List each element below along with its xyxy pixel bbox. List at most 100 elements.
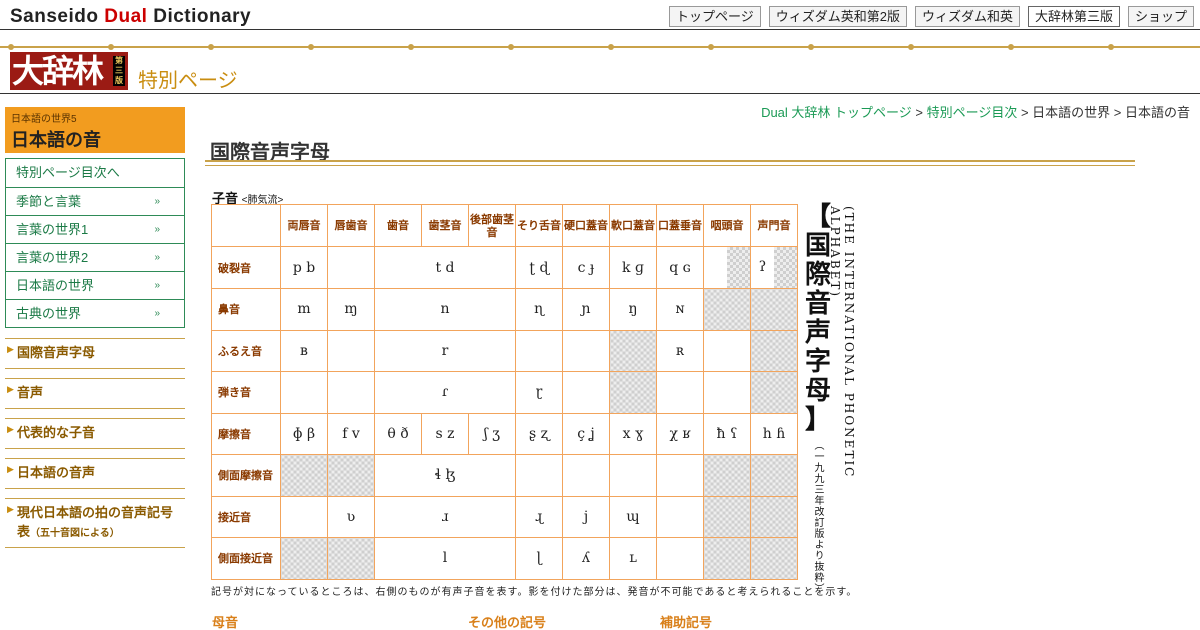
table-cell bbox=[562, 329, 610, 372]
sidebar-item-seasons[interactable]: 季節と言葉 » bbox=[6, 187, 184, 215]
table-cell-shaded bbox=[750, 495, 798, 538]
table-cell: t d bbox=[374, 246, 516, 289]
brand-part2: Dual bbox=[104, 6, 148, 27]
sidebar-item-classics[interactable]: 古典の世界 » bbox=[6, 299, 184, 327]
sidebar-item-words1[interactable]: 言葉の世界1 » bbox=[6, 215, 184, 243]
table-cell: ɻ bbox=[515, 495, 563, 538]
sidebar-header: 日本語の世界5 日本語の音 bbox=[5, 107, 185, 153]
subpage-link-consonants[interactable]: ▶ 代表的な子音 bbox=[5, 418, 185, 449]
vertical-title-char: 】 bbox=[804, 405, 831, 435]
table-cell bbox=[562, 454, 610, 497]
sidebar: 日本語の世界5 日本語の音 特別ページ目次へ 季節と言葉 » 言葉の世界1 » 言葉… bbox=[5, 107, 185, 557]
daijirin-logo[interactable]: 大辞林 第三版 bbox=[10, 52, 128, 90]
table-cell bbox=[327, 246, 375, 289]
table-cell: ɭ bbox=[515, 537, 563, 580]
nav-tab-wisdom-waei[interactable]: ウィズダム和英 bbox=[914, 6, 1020, 27]
table-cell: ɲ bbox=[562, 288, 610, 331]
nav-tab-shop[interactable]: ショップ bbox=[1127, 6, 1194, 27]
sidebar-menu: 特別ページ目次へ 季節と言葉» 言葉の世界1» 言葉の世界2» 日本語の世界» … bbox=[5, 158, 185, 328]
subpage-link-label: 国際音声字母 bbox=[17, 345, 96, 360]
sidebar-item-label: 言葉の世界1 bbox=[16, 222, 89, 237]
table-cell: ɸ β bbox=[280, 412, 328, 455]
sidebar-item-japanese[interactable]: 日本語の世界 » bbox=[6, 271, 184, 299]
col-header-glottal: 声門音 bbox=[750, 204, 798, 247]
page-banner: 大辞林 第三版 特別ページ bbox=[0, 48, 1200, 94]
brand-part3: Dictionary bbox=[147, 6, 252, 27]
table-cell bbox=[656, 537, 704, 580]
special-page-label: 特別ページ bbox=[138, 70, 238, 92]
table-cell: q ɢ bbox=[656, 246, 704, 289]
subsection-other-symbols[interactable]: その他の記号 bbox=[468, 612, 546, 630]
col-header-postalveolar: 後部歯茎音 bbox=[468, 204, 516, 247]
subsection-vowels[interactable]: 母音 bbox=[212, 612, 238, 630]
top-bar: Sanseido Dual Dictionary トップページ ウィズダム英和第… bbox=[0, 0, 1200, 30]
table-cell-shaded bbox=[703, 537, 751, 580]
table-cell: l bbox=[374, 537, 516, 580]
table-cell: ʂ ʐ bbox=[515, 412, 563, 455]
table-cell: s z bbox=[421, 412, 469, 455]
table-cell-shaded bbox=[750, 454, 798, 497]
table-cell-shaded bbox=[280, 454, 328, 497]
table-cell-shaded bbox=[750, 537, 798, 580]
table-cell-shaded bbox=[750, 288, 798, 331]
sidebar-item-label: 季節と言葉 bbox=[16, 194, 82, 209]
table-cell bbox=[327, 371, 375, 414]
sidebar-item-words2[interactable]: 言葉の世界2 » bbox=[6, 243, 184, 271]
col-header-uvular: 口蓋垂音 bbox=[656, 204, 704, 247]
sidebar-item-contents[interactable]: 特別ページ目次へ bbox=[6, 159, 184, 187]
subpage-link-label: 代表的な子音 bbox=[17, 425, 96, 440]
subpage-link-mora-table[interactable]: ▶ 現代日本語の拍の音声記号表（五十音図による） bbox=[5, 498, 185, 548]
table-cell: p b bbox=[280, 246, 328, 289]
table-cell: ɹ bbox=[374, 495, 516, 538]
vertical-title-char: 字 bbox=[804, 347, 831, 377]
vertical-title-char: 声 bbox=[804, 318, 831, 348]
table-cell bbox=[703, 371, 751, 414]
sidebar-subpage-links: ▶ 国際音声字母 ▶ 音声 ▶ 代表的な子音 ▶ 日本語の音声 ▶ 現代日本語の拍の音声記… bbox=[5, 338, 185, 548]
sidebar-item-label: 日本語の世界 bbox=[16, 278, 95, 293]
row-header-approximant: 接近音 bbox=[211, 495, 281, 538]
nav-tab-wisdom-eiwa[interactable]: ウィズダム英和第2版 bbox=[768, 6, 907, 27]
brand-part1: Sanseido bbox=[10, 6, 105, 27]
triangle-right-icon: ▶ bbox=[7, 504, 14, 514]
nav-tab-daijirin[interactable]: 大辞林第三版 bbox=[1027, 6, 1120, 27]
table-cell: f v bbox=[327, 412, 375, 455]
breadcrumb-link-contents[interactable]: 特別ページ目次 bbox=[927, 105, 1018, 120]
table-cell: ʔ bbox=[750, 246, 798, 289]
table-cell: ɴ bbox=[656, 288, 704, 331]
nav-tab-top[interactable]: トップページ bbox=[668, 6, 761, 27]
table-cell-shaded bbox=[703, 454, 751, 497]
chevron-down-icon: » bbox=[154, 196, 160, 207]
col-header-retroflex: そり舌音 bbox=[515, 204, 563, 247]
subpage-link-phonetics[interactable]: ▶ 音声 bbox=[5, 378, 185, 409]
table-cell: ʋ bbox=[327, 495, 375, 538]
breadcrumb: Dual 大辞林 トップページ > 特別ページ目次 > 日本語の世界 > 日本語… bbox=[761, 102, 1190, 121]
table-row: ふるえ音 ʙ r ʀ bbox=[211, 329, 798, 372]
table-cell bbox=[656, 495, 704, 538]
table-cell bbox=[656, 371, 704, 414]
table-cell: ʟ bbox=[609, 537, 657, 580]
table-cell: ɽ bbox=[515, 371, 563, 414]
top-nav: トップページ ウィズダム英和第2版 ウィズダム和英 大辞林第三版 ショップ bbox=[668, 6, 1194, 27]
subpage-link-japanese-sounds[interactable]: ▶ 日本語の音声 bbox=[5, 458, 185, 489]
subsection-diacritics[interactable]: 補助記号 bbox=[660, 612, 712, 630]
table-cell-shaded bbox=[750, 371, 798, 414]
col-header-labiodental: 唇歯音 bbox=[327, 204, 375, 247]
row-header-fricative: 摩擦音 bbox=[211, 412, 281, 455]
table-footnote: 記号が対になっているところは、右側のものが有声子音を表す。影を付けた部分は、発音… bbox=[211, 587, 858, 598]
breadcrumb-separator: > bbox=[1017, 105, 1033, 120]
table-cell bbox=[327, 329, 375, 372]
table-cell: ħ ʕ bbox=[703, 412, 751, 455]
table-cell: r bbox=[374, 329, 516, 372]
chevron-down-icon: » bbox=[154, 252, 160, 263]
table-cell: ʀ bbox=[656, 329, 704, 372]
subpage-link-label: 日本語の音声 bbox=[17, 465, 96, 480]
site-brand[interactable]: Sanseido Dual Dictionary bbox=[10, 6, 251, 28]
table-cell-shaded bbox=[327, 454, 375, 497]
table-cell: m bbox=[280, 288, 328, 331]
table-cell: ç ʝ bbox=[562, 412, 610, 455]
table-row: 接近音 ʋ ɹ ɻ j ɰ bbox=[211, 495, 798, 538]
breadcrumb-link-top[interactable]: Dual 大辞林 トップページ bbox=[761, 105, 912, 120]
table-cell-shaded bbox=[703, 246, 751, 289]
subpage-link-ipa[interactable]: ▶ 国際音声字母 bbox=[5, 338, 185, 369]
triangle-right-icon: ▶ bbox=[7, 424, 14, 434]
